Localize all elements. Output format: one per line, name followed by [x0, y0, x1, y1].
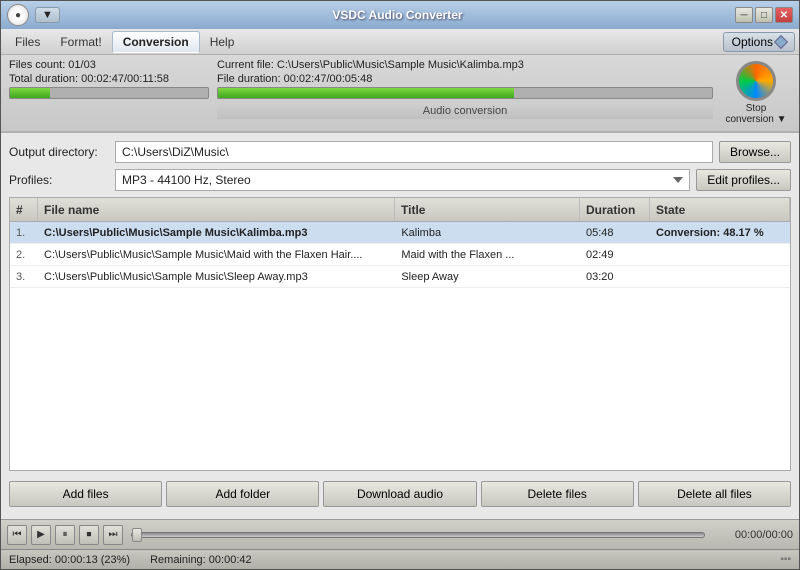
- cell-num: 1.: [10, 222, 38, 243]
- pause-button[interactable]: ⏸: [55, 525, 75, 545]
- delete-all-files-button[interactable]: Delete all files: [638, 481, 791, 507]
- file-duration: File duration: 00:02:47/00:05:48: [217, 73, 713, 85]
- profiles-row: Profiles: MP3 - 44100 Hz, Stereo Edit pr…: [9, 169, 791, 191]
- profiles-label: Profiles:: [9, 173, 109, 187]
- col-header-duration: Duration: [580, 198, 650, 221]
- cell-duration: 02:49: [580, 244, 650, 265]
- prev-button[interactable]: ⏮: [7, 525, 27, 545]
- cell-state: Conversion: 48.17 %: [650, 222, 790, 243]
- output-dir-row: Output directory: Browse...: [9, 141, 791, 163]
- cell-state: [650, 244, 790, 265]
- stop-label: Stopconversion ▼: [725, 103, 786, 125]
- transport-bar: ⏮ ▶ ⏸ ⏹ ⏭ 00:00/00:00: [1, 519, 799, 549]
- content-area: Output directory: Browse... Profiles: MP…: [1, 133, 799, 519]
- options-label: Options: [732, 35, 773, 49]
- col-header-filename: File name: [38, 198, 395, 221]
- cell-duration: 03:20: [580, 266, 650, 287]
- minimize-button[interactable]: ─: [735, 7, 753, 23]
- cell-num: 3.: [10, 266, 38, 287]
- diamond-icon: [774, 34, 788, 48]
- output-dir-input[interactable]: [115, 141, 713, 163]
- seek-bar[interactable]: [131, 532, 705, 538]
- title-bar: ● ▼ VSDC Audio Converter ─ □ ✕: [1, 1, 799, 29]
- download-audio-button[interactable]: Download audio: [323, 481, 476, 507]
- output-dir-label: Output directory:: [9, 145, 109, 159]
- menu-files[interactable]: Files: [5, 32, 50, 52]
- profiles-select[interactable]: MP3 - 44100 Hz, Stereo: [115, 169, 690, 191]
- status-bar: Elapsed: 00:00:13 (23%) Remaining: 00:00…: [1, 549, 799, 569]
- menu-bar: Files Format! Conversion Help Options: [1, 29, 799, 55]
- cell-filename: C:\Users\Public\Music\Sample Music\Sleep…: [38, 266, 395, 287]
- cell-filename: C:\Users\Public\Music\Sample Music\Maid …: [38, 244, 395, 265]
- close-button[interactable]: ✕: [775, 7, 793, 23]
- table-header: # File name Title Duration State: [10, 198, 790, 222]
- col-header-state: State: [650, 198, 790, 221]
- status-grip: ▪▪▪: [780, 554, 791, 565]
- add-files-button[interactable]: Add files: [9, 481, 162, 507]
- stop-icon: [736, 61, 776, 101]
- info-left: Files count: 01/03 Total duration: 00:02…: [9, 59, 209, 127]
- audio-conversion-label: Audio conversion: [217, 103, 713, 119]
- menu-conversion[interactable]: Conversion: [112, 31, 200, 53]
- time-display: 00:00/00:00: [713, 529, 793, 541]
- stop-conversion-button[interactable]: Stopconversion ▼: [721, 59, 791, 127]
- stop-gear: [736, 61, 776, 101]
- current-file: Current file: C:\Users\Public\Music\Samp…: [217, 59, 713, 71]
- delete-files-button[interactable]: Delete files: [481, 481, 634, 507]
- cell-num: 2.: [10, 244, 38, 265]
- seek-thumb[interactable]: [132, 528, 142, 542]
- col-header-num: #: [10, 198, 38, 221]
- file-progress-fill: [218, 88, 514, 98]
- cell-title: Maid with the Flaxen ...: [395, 244, 580, 265]
- add-folder-button[interactable]: Add folder: [166, 481, 319, 507]
- cell-filename: C:\Users\Public\Music\Sample Music\Kalim…: [38, 222, 395, 243]
- edit-profiles-button[interactable]: Edit profiles...: [696, 169, 791, 191]
- window-controls: ─ □ ✕: [735, 7, 793, 23]
- menu-help[interactable]: Help: [200, 32, 245, 52]
- cell-duration: 05:48: [580, 222, 650, 243]
- cell-state: [650, 266, 790, 287]
- browse-button[interactable]: Browse...: [719, 141, 791, 163]
- options-button[interactable]: Options: [723, 32, 795, 52]
- titlebar-dropdown[interactable]: ▼: [35, 7, 60, 23]
- info-right: Current file: C:\Users\Public\Music\Samp…: [217, 59, 713, 127]
- col-header-title: Title: [395, 198, 580, 221]
- table-body: 1. C:\Users\Public\Music\Sample Music\Ka…: [10, 222, 790, 470]
- cell-title: Kalimba: [395, 222, 580, 243]
- next-button[interactable]: ⏭: [103, 525, 123, 545]
- play-button[interactable]: ▶: [31, 525, 51, 545]
- total-progress-fill: [10, 88, 50, 98]
- table-row[interactable]: 2. C:\Users\Public\Music\Sample Music\Ma…: [10, 244, 790, 266]
- info-panel: Files count: 01/03 Total duration: 00:02…: [1, 55, 799, 133]
- menu-format[interactable]: Format!: [50, 32, 111, 52]
- window-title: VSDC Audio Converter: [66, 8, 729, 22]
- table-row[interactable]: 3. C:\Users\Public\Music\Sample Music\Sl…: [10, 266, 790, 288]
- stop-button[interactable]: ⏹: [79, 525, 99, 545]
- file-table: # File name Title Duration State 1. C:\U…: [9, 197, 791, 471]
- table-row[interactable]: 1. C:\Users\Public\Music\Sample Music\Ka…: [10, 222, 790, 244]
- remaining-text: Remaining: 00:00:42: [150, 554, 252, 566]
- maximize-button[interactable]: □: [755, 7, 773, 23]
- total-progress-bar: [9, 87, 209, 99]
- main-window: ● ▼ VSDC Audio Converter ─ □ ✕ Files For…: [0, 0, 800, 570]
- elapsed-text: Elapsed: 00:00:13 (23%): [9, 554, 130, 566]
- files-count: Files count: 01/03: [9, 59, 209, 71]
- file-progress-bar: [217, 87, 713, 99]
- cell-title: Sleep Away: [395, 266, 580, 287]
- total-duration: Total duration: 00:02:47/00:11:58: [9, 73, 209, 85]
- bottom-buttons: Add files Add folder Download audio Dele…: [9, 477, 791, 511]
- app-logo: ●: [7, 4, 29, 26]
